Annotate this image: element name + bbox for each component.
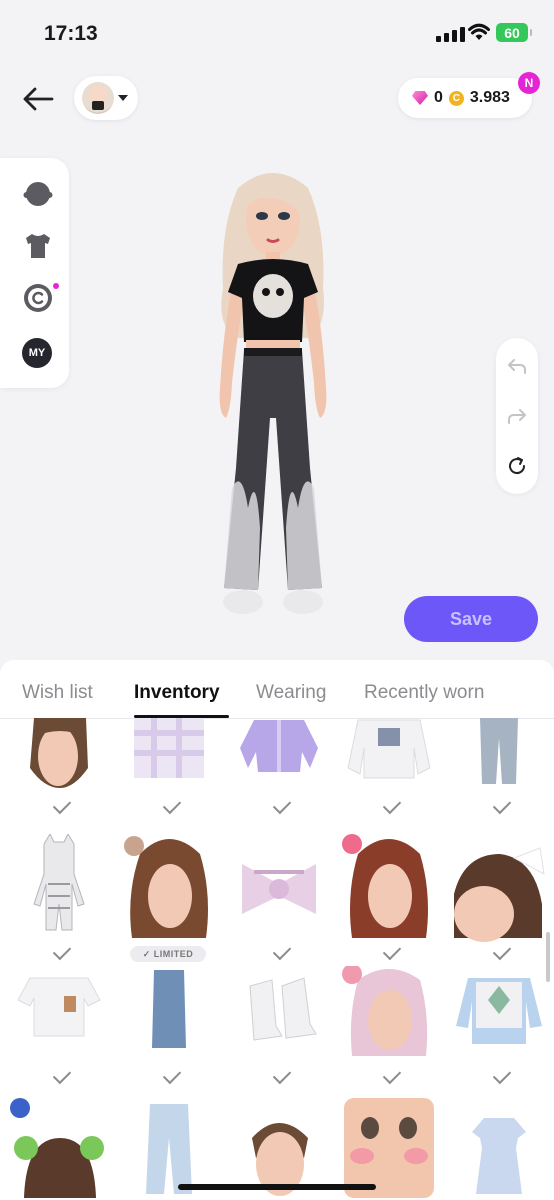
inventory-item-argyle-sweater-vest[interactable] — [444, 966, 554, 1086]
inventory-sheet: Wish list Inventory Wearing Recently wor… — [0, 660, 554, 1200]
owned-check-icon — [382, 941, 402, 961]
inventory-item-cat-onesie[interactable] — [4, 832, 114, 961]
owned-check-icon — [52, 795, 72, 815]
battery-level: 60 — [504, 24, 520, 41]
tab-wish-list[interactable]: Wish list — [22, 682, 93, 704]
owned-check-icon — [272, 941, 292, 961]
shirt-icon[interactable] — [22, 230, 54, 262]
my-items-button[interactable]: MY — [22, 338, 52, 368]
inventory-item-pink-bow-top[interactable] — [224, 834, 334, 961]
inventory-item-plaid-skirt[interactable] — [114, 718, 224, 838]
save-button[interactable]: Save — [404, 596, 538, 642]
owned-check-icon — [382, 1065, 402, 1085]
back-arrow-icon[interactable] — [20, 84, 56, 114]
inventory-item-alien-headband[interactable] — [4, 1098, 114, 1200]
inventory-item-hairstyle-auburn-wavy[interactable] — [334, 834, 444, 961]
tab-recently-worn[interactable]: Recently worn — [364, 682, 484, 704]
my-label: MY — [28, 347, 46, 359]
undo-icon[interactable] — [505, 354, 529, 378]
diamond-icon — [412, 91, 428, 105]
inventory-item-light-wash-jeans[interactable] — [444, 718, 554, 838]
avatar-switcher-button[interactable] — [74, 76, 138, 120]
owned-check-icon — [52, 941, 72, 961]
signal-icon — [436, 26, 465, 42]
owned-check-icon — [52, 1065, 72, 1085]
tab-wearing[interactable]: Wearing — [256, 682, 326, 704]
inventory-item-light-blue-dress[interactable] — [444, 1098, 554, 1200]
owned-check-icon — [162, 1065, 182, 1085]
head-icon[interactable] — [22, 178, 54, 210]
inventory-item-hairstyle-with-bow[interactable] — [444, 834, 554, 961]
status-time: 17:13 — [44, 22, 98, 45]
coin-count: 3.983 — [469, 89, 510, 106]
owned-check-icon — [272, 795, 292, 815]
inventory-item-hairstyle-brown-wavy[interactable] — [114, 834, 224, 961]
diamond-count: 0 — [434, 89, 443, 106]
inventory-item-denim-midi-skirt[interactable] — [114, 966, 224, 1086]
owned-check-icon — [162, 795, 182, 815]
inventory-item-white-crop-tee[interactable] — [4, 966, 114, 1086]
owned-check-icon — [492, 941, 512, 961]
tab-bar: Wish list Inventory Wearing Recently wor… — [0, 660, 554, 719]
chevron-down-icon — [118, 95, 128, 101]
notification-badge: N — [518, 72, 540, 94]
owned-check-icon — [272, 1065, 292, 1085]
inventory-item-white-sweatshirt[interactable] — [334, 718, 444, 838]
new-indicator-dot — [53, 283, 59, 289]
reset-icon[interactable] — [505, 454, 529, 478]
coin-symbol: C — [452, 92, 461, 104]
owned-check-icon — [492, 795, 512, 815]
history-controls — [496, 338, 538, 494]
home-indicator — [178, 1184, 376, 1190]
scrollbar[interactable] — [546, 932, 550, 982]
category-side-panel: MY — [0, 158, 69, 388]
avatar-thumbnail — [82, 82, 114, 114]
inventory-item-lilac-cardigan[interactable] — [224, 718, 334, 838]
coin-icon: C — [448, 90, 464, 106]
inventory-item-hairstyle-brown-long[interactable] — [4, 713, 114, 838]
battery-icon: 60 — [496, 23, 532, 42]
status-bar: 17:13 60 — [0, 0, 554, 66]
owned-check-icon — [492, 1065, 512, 1085]
inventory-item-white-platform-boots[interactable] — [224, 966, 334, 1086]
inventory-item-hairstyle-pink-silver[interactable] — [334, 964, 444, 1086]
redo-icon[interactable] — [505, 404, 529, 428]
limited-badge: ✓ LIMITED — [130, 946, 206, 962]
tab-inventory[interactable]: Inventory — [134, 682, 220, 704]
wifi-icon — [468, 23, 490, 40]
avatar-3d-figure — [219, 173, 327, 614]
currency-balance[interactable]: 0 C 3.983 — [398, 78, 532, 118]
creator-copyright-icon[interactable] — [22, 282, 54, 314]
owned-check-icon — [382, 795, 402, 815]
